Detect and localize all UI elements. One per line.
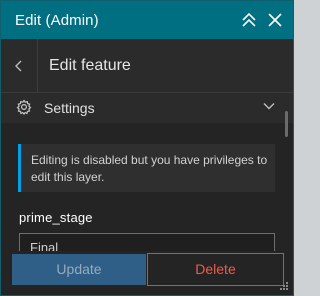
update-button[interactable]: Update	[12, 254, 146, 285]
double-chevron-up-icon[interactable]	[239, 10, 259, 30]
chevron-left-icon	[15, 60, 22, 72]
delete-button[interactable]: Delete	[147, 253, 284, 286]
widget-titlebar[interactable]: Edit (Admin)	[1, 1, 293, 39]
gear-icon	[16, 99, 32, 115]
field-label: prime_stage	[19, 210, 93, 225]
info-notice: Editing is disabled but you have privile…	[18, 144, 275, 192]
back-button[interactable]	[1, 39, 38, 92]
feature-form: Editing is disabled but you have privile…	[1, 124, 293, 263]
close-icon[interactable]	[265, 10, 285, 30]
scrollbar-thumb[interactable]	[285, 111, 288, 137]
chevron-down-icon	[263, 103, 275, 110]
notice-text: Editing is disabled but you have privile…	[31, 153, 268, 184]
settings-label: Settings	[44, 100, 95, 116]
action-footer: Update Delete	[1, 251, 293, 295]
edit-widget: Edit (Admin) Edit feature Settings Editi…	[0, 0, 294, 296]
resize-handle-icon[interactable]	[279, 281, 289, 291]
widget-title: Edit (Admin)	[15, 12, 99, 29]
page-title: Edit feature	[49, 57, 131, 74]
settings-toggle[interactable]: Settings	[1, 93, 293, 123]
edit-feature-header: Edit feature	[1, 39, 293, 93]
